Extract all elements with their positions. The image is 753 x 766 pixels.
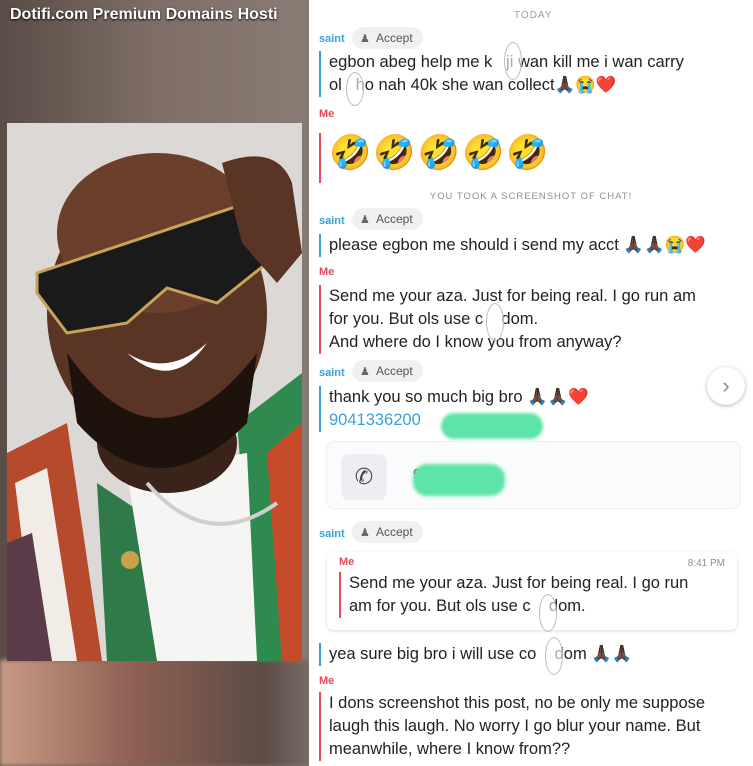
watermark-text: Dotifi.com Premium Domains Hosti [10,6,278,23]
accept-label: Accept [376,525,413,539]
accept-button[interactable]: ♟ Accept [352,208,423,230]
sender-saint: saint [319,367,345,379]
sender-saint: saint [319,528,345,540]
add-friend-icon: ♟ [360,366,370,378]
censor-oval [486,303,504,341]
message-line: for you. But ols use c dom. [329,310,539,328]
message-saint-4: yea sure big bro i will use co dom 🙏🏿🙏🏿 [319,643,739,666]
message-line: I dons screenshot this post, no be only … [329,694,706,712]
add-friend-icon: ♟ [360,214,370,226]
message-line: thank you so much big bro 🙏🏿🙏🏿❤️ [329,388,589,406]
message-line: egbon abeg help me k ji wan kill me i wa… [329,53,684,71]
sender-saint: saint [319,33,345,45]
portrait-photo [7,123,302,661]
censor-oval [504,42,522,80]
screenshot-notice: YOU TOOK A SCREENSHOT OF CHAT! [429,191,633,202]
call-card[interactable]: ✆ 90 [326,441,741,509]
message-line: Send me your aza. Just for being real. I… [329,287,696,305]
add-friend-icon: ♟ [360,527,370,539]
censor-oval [346,72,364,106]
chevron-right-icon[interactable]: › [707,367,745,405]
message-line: Send me your aza. Just for being real. I… [349,574,689,592]
sender-me: Me [319,108,335,120]
quoted-message[interactable]: Me 8:41 PM Send me your aza. Just for be… [327,552,737,630]
message-line: laugh this laugh. No worry I go blur you… [329,717,701,735]
quote-body: Send me your aza. Just for being real. I… [339,572,729,618]
censor-oval [545,637,563,675]
quote-time: 8:41 PM [687,558,725,569]
chat-panel[interactable]: TODAY saint ♟ Accept egbon abeg help me … [309,0,753,766]
sender-me: Me [319,675,335,687]
sender-me: Me [319,266,335,278]
add-friend-icon: ♟ [360,33,370,45]
quote-sender: Me [339,556,355,568]
accept-button[interactable]: ♟ Accept [352,360,423,382]
message-me-3: I dons screenshot this post, no be only … [319,692,744,761]
sender-saint: saint [319,215,345,227]
date-label: TODAY [514,10,553,21]
message-saint-2: please egbon me should i send my acct 🙏🏿… [319,234,739,257]
message-me-emojis: 🤣🤣🤣🤣🤣 [319,133,551,183]
redaction-mark [441,413,543,439]
message-line: And where do I know you from anyway? [329,333,622,351]
message-saint-1: egbon abeg help me k ji wan kill me i wa… [319,51,739,97]
message-line: meanwhile, where I know from?? [329,740,571,758]
phone-icon[interactable]: ✆ [341,454,387,500]
accept-label: Accept [376,364,413,378]
redaction-mark [413,464,505,496]
accept-label: Accept [376,31,413,45]
accept-button[interactable]: ♟ Accept [352,27,423,49]
message-me-2: Send me your aza. Just for being real. I… [319,285,739,354]
accept-button[interactable]: ♟ Accept [352,521,423,543]
accept-label: Accept [376,212,413,226]
message-line: ol ho nah 40k she wan collect🙏🏿😭❤️ [329,76,617,94]
censor-oval [539,594,557,632]
